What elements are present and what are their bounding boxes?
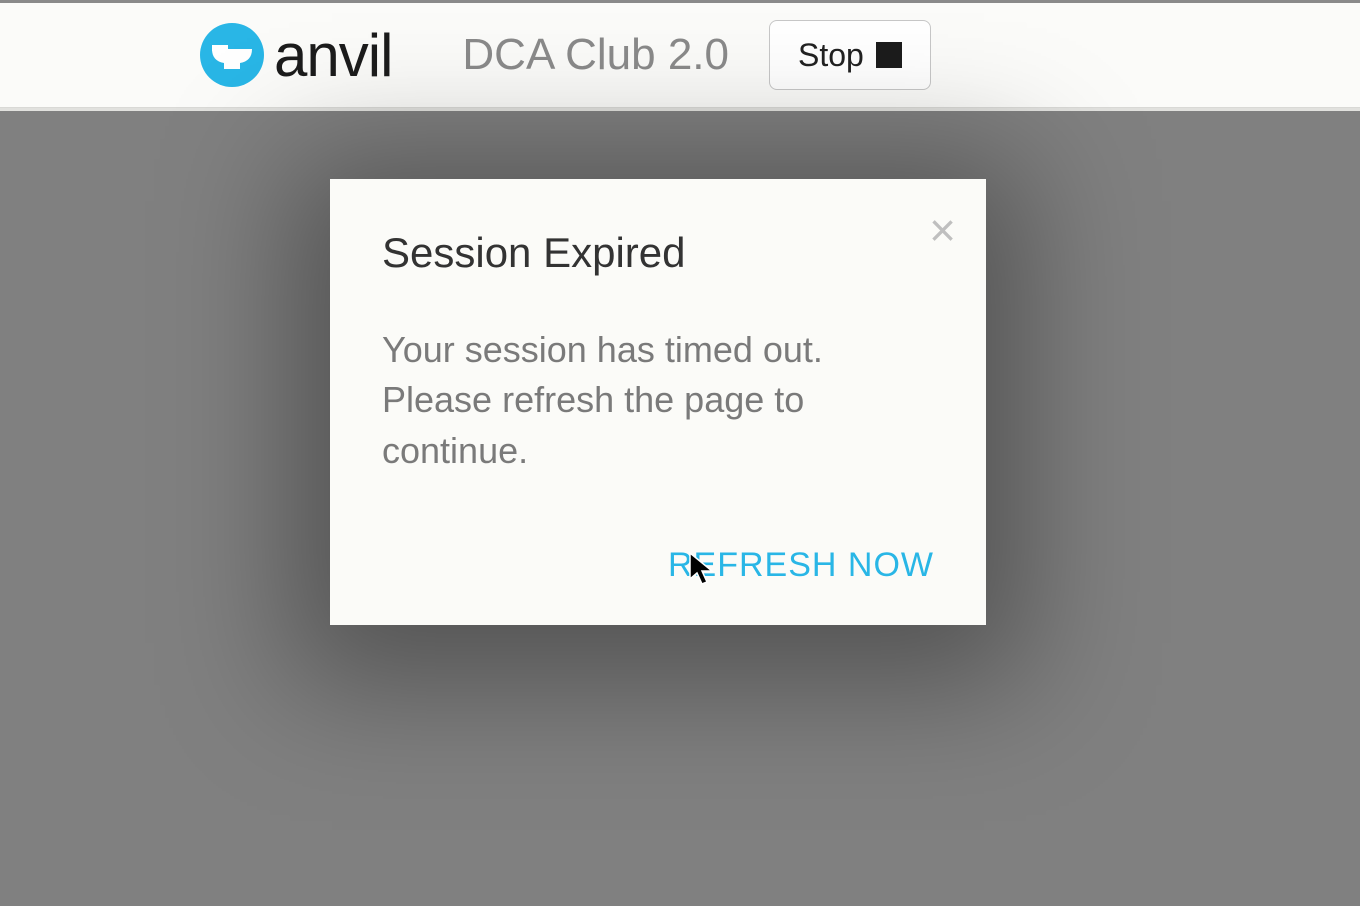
app-header: anvil DCA Club 2.0 Stop (0, 3, 1360, 108)
modal-title: Session Expired (382, 229, 934, 277)
stop-button[interactable]: Stop (769, 20, 931, 90)
app-name: DCA Club 2.0 (462, 30, 729, 80)
stop-icon (876, 42, 902, 68)
app-content-area: × Session Expired Your session has timed… (0, 111, 1360, 906)
refresh-now-button[interactable]: REFRESH NOW (668, 546, 934, 584)
modal-actions: REFRESH NOW (382, 546, 934, 585)
anvil-logo-text: anvil (274, 21, 392, 90)
anvil-logo-icon (200, 23, 264, 87)
modal-body-text: Your session has timed out. Please refre… (382, 325, 934, 476)
anvil-logo[interactable]: anvil (200, 21, 392, 90)
vertical-scrollbar[interactable] (1345, 111, 1360, 906)
stop-button-label: Stop (798, 37, 864, 74)
close-icon[interactable]: × (929, 207, 956, 253)
session-expired-modal: × Session Expired Your session has timed… (330, 179, 986, 625)
